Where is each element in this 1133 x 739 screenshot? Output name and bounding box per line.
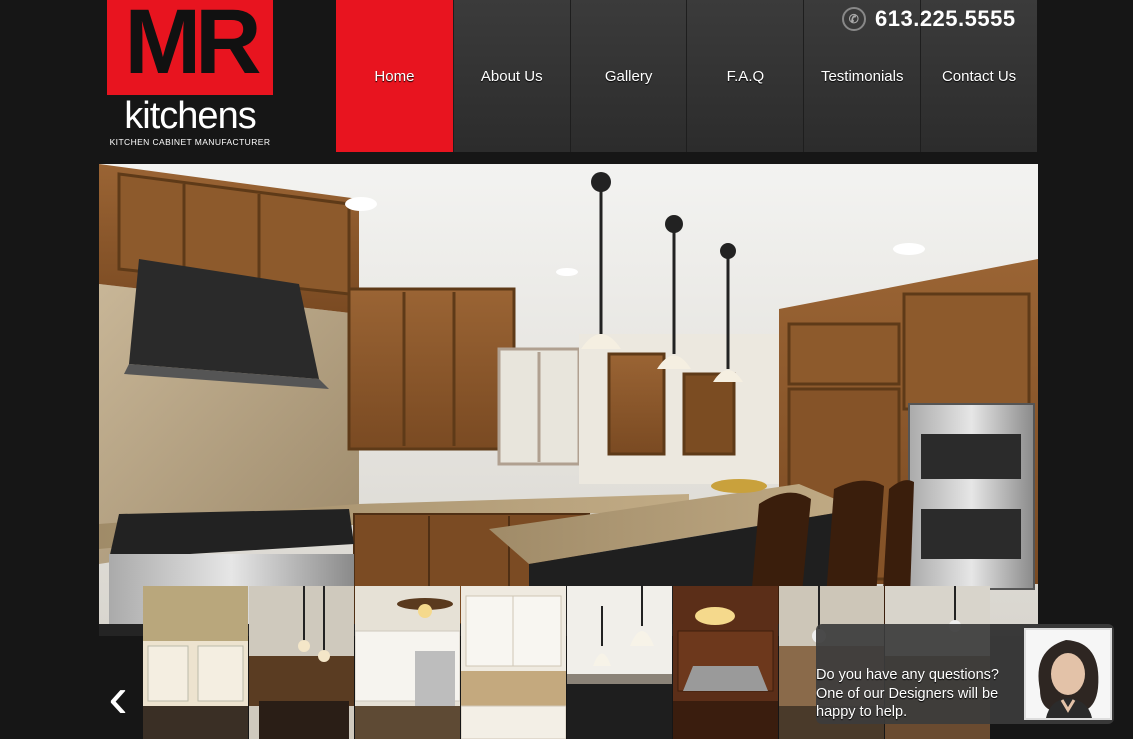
thumbnail[interactable] <box>143 586 248 739</box>
thumbnail[interactable] <box>461 586 566 739</box>
nav-faq[interactable]: F.A.Q <box>686 0 804 152</box>
logo-letters: MR <box>124 0 261 93</box>
thumbnail[interactable] <box>249 586 354 739</box>
nav-about-us[interactable]: About Us <box>452 0 570 152</box>
phone-number[interactable]: ✆ 613.225.5555 <box>842 4 1016 34</box>
thumbnail[interactable] <box>673 586 778 739</box>
nav-gallery[interactable]: Gallery <box>569 0 687 152</box>
chat-line: happy to help. <box>816 704 908 720</box>
phone-icon: ✆ <box>842 7 866 31</box>
chevron-left-icon[interactable]: ‹ <box>96 668 140 728</box>
designer-avatar <box>1024 628 1112 720</box>
nav-label: Testimonials <box>820 67 904 85</box>
logo[interactable]: MR kitchens KITCHEN CABINET MANUFACTURER <box>107 0 273 148</box>
logo-word: kitchens <box>124 95 256 137</box>
nav-home[interactable]: Home <box>336 0 453 152</box>
thumbnail[interactable] <box>355 586 460 739</box>
nav-label: Home <box>374 67 415 85</box>
nav-label: Contact Us <box>941 67 1017 85</box>
logo-tagline: KITCHEN CABINET MANUFACTURER <box>109 137 271 147</box>
nav-label: F.A.Q <box>726 67 765 85</box>
thumbnail[interactable] <box>567 586 672 739</box>
chat-line: One of our Designers will be <box>816 685 999 702</box>
nav-label: Gallery <box>604 67 653 85</box>
chat-widget[interactable]: Do you have any questions? One of our De… <box>816 624 1114 724</box>
hero-kitchen-image <box>99 164 1038 624</box>
phone-text: 613.225.5555 <box>875 6 1016 31</box>
chat-message: Do you have any questions? One of our De… <box>816 666 1022 722</box>
site-header: MR kitchens KITCHEN CABINET MANUFACTURER… <box>0 0 1133 152</box>
chat-line: Do you have any questions? <box>816 667 999 683</box>
kitchen-illustration <box>99 164 1038 624</box>
nav-label: About Us <box>480 67 543 85</box>
